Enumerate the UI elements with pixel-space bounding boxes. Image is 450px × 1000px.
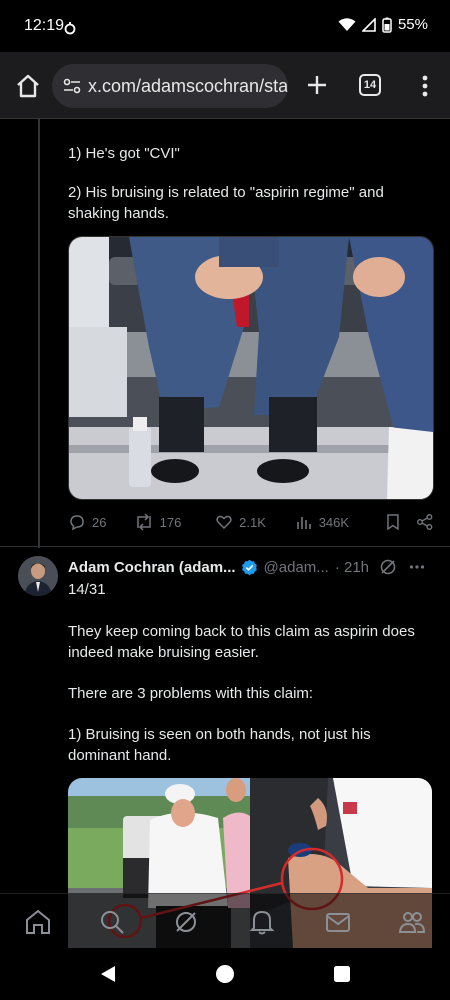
tweet-text-line: 1) He's got "CVI" bbox=[68, 145, 180, 162]
search-icon[interactable] bbox=[98, 908, 126, 936]
tweet-text-line: 1) Bruising is seen on both hands, not j… bbox=[68, 726, 371, 743]
home-icon[interactable] bbox=[14, 72, 42, 100]
bottom-nav bbox=[0, 893, 450, 949]
status-time: 12:19 bbox=[24, 17, 65, 34]
reply-icon bbox=[70, 515, 84, 531]
home-icon[interactable] bbox=[24, 908, 52, 936]
like-button[interactable]: 2.1K bbox=[215, 513, 295, 531]
status-icons: 55% bbox=[338, 16, 428, 33]
android-home-icon[interactable] bbox=[215, 964, 235, 984]
author-handle[interactable]: @adam... bbox=[264, 559, 329, 576]
views-icon bbox=[296, 517, 311, 529]
tweet-text-line: shaking hands. bbox=[68, 205, 169, 222]
tweet-text-line: There are 3 problems with this claim: bbox=[68, 685, 314, 702]
tweet-photo[interactable] bbox=[68, 236, 434, 500]
bookmark-icon[interactable] bbox=[384, 513, 402, 531]
grok-icon[interactable] bbox=[379, 558, 397, 576]
tweet-text-line: They keep coming back to this claim as a… bbox=[68, 623, 415, 640]
hotspot-icon bbox=[64, 22, 76, 35]
battery-icon bbox=[382, 17, 392, 33]
tweet-text-line: indeed make bruising easier. bbox=[68, 644, 259, 661]
recents-icon[interactable] bbox=[333, 965, 351, 983]
back-icon[interactable] bbox=[98, 964, 118, 984]
wifi-icon bbox=[338, 17, 356, 31]
avatar[interactable] bbox=[18, 556, 58, 596]
tweet-header: Adam Cochran (adam... @adam... · 21h bbox=[68, 556, 440, 578]
battery-percent: 55% bbox=[397, 16, 428, 33]
views-button[interactable]: 346K bbox=[295, 513, 379, 531]
status-bar: 12:19 55% bbox=[0, 0, 450, 52]
tweet-time[interactable]: · 21h bbox=[335, 559, 369, 576]
repost-button[interactable]: 176 bbox=[134, 513, 216, 531]
more-vert-icon[interactable] bbox=[415, 72, 435, 100]
url-text: x.com/adamscochran/sta bbox=[88, 76, 288, 96]
verified-icon bbox=[241, 559, 257, 575]
tweet-actions: 26 176 2.1K 346K bbox=[68, 510, 434, 534]
share-icon[interactable] bbox=[416, 513, 434, 531]
communities-icon[interactable] bbox=[398, 908, 426, 936]
tweet-text-line: dominant hand. bbox=[68, 747, 172, 764]
reply-count: 26 bbox=[92, 514, 107, 530]
plus-icon[interactable] bbox=[302, 70, 332, 100]
reply-button[interactable]: 26 bbox=[68, 513, 134, 531]
tweet-text-line: 2) His bruising is related to "aspirin r… bbox=[68, 184, 384, 201]
thread-connector bbox=[38, 118, 40, 548]
thread-counter: 14/31 bbox=[68, 581, 106, 598]
repost-count: 176 bbox=[159, 514, 182, 530]
signal-icon bbox=[361, 17, 376, 32]
like-count: 2.1K bbox=[239, 514, 266, 530]
view-count: 346K bbox=[318, 514, 350, 530]
url-bar[interactable]: x.com/adamscochran/sta bbox=[52, 64, 288, 108]
system-navigation bbox=[0, 948, 450, 1000]
tabs-icon[interactable]: 14 bbox=[359, 74, 381, 96]
repost-icon bbox=[136, 513, 151, 531]
ellipsis-icon[interactable] bbox=[409, 559, 425, 575]
tweet-divider bbox=[0, 546, 450, 547]
notifications-icon[interactable] bbox=[248, 908, 276, 936]
site-info-icon[interactable] bbox=[62, 76, 82, 96]
like-icon bbox=[216, 515, 232, 530]
author-name[interactable]: Adam Cochran (adam... bbox=[68, 559, 236, 576]
grok-icon[interactable] bbox=[172, 908, 200, 936]
browser-toolbar: x.com/adamscochran/sta 14 bbox=[0, 52, 450, 119]
messages-icon[interactable] bbox=[324, 908, 352, 936]
